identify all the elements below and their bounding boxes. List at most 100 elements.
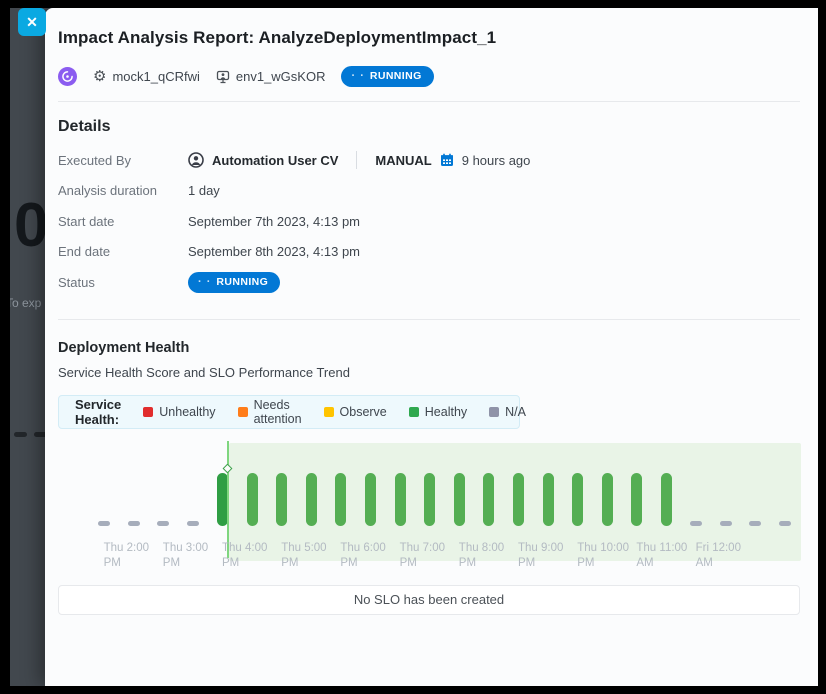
legend-title: Service Health: xyxy=(75,397,121,427)
health-bar xyxy=(306,473,317,526)
detail-label: Executed By xyxy=(58,153,188,168)
axis-tick-label: Thu 10:00PM xyxy=(577,541,629,571)
detail-row-end-date: End date September 8th 2023, 4:13 pm xyxy=(58,237,800,268)
running-dots: · · xyxy=(198,276,211,289)
axis-tick-label: Thu 6:00PM xyxy=(340,541,385,571)
detail-label: Analysis duration xyxy=(58,183,188,198)
health-bar xyxy=(690,521,702,526)
health-bar xyxy=(424,473,435,526)
slo-empty-box: No SLO has been created xyxy=(58,585,800,615)
close-button[interactable]: ✕ xyxy=(18,8,46,36)
axis-tick-label: Thu 3:00PM xyxy=(163,541,208,571)
health-chart: Thu 2:00PMThu 3:00PMThu 4:00PMThu 5:00PM… xyxy=(58,441,800,573)
overlay-backdrop: 0 To exp Impact Analysis Report: Analyze… xyxy=(10,8,818,686)
environment-icon xyxy=(216,70,230,84)
health-bar xyxy=(483,473,494,526)
health-bar xyxy=(157,521,169,526)
detail-label: Status xyxy=(58,275,188,290)
health-bar xyxy=(779,521,791,526)
legend-item: N/A xyxy=(489,405,526,419)
axis-tick-label: Thu 9:00PM xyxy=(518,541,563,571)
monitored-service-item: ⚙ mock1_qCRfwi xyxy=(93,69,200,84)
status-badge: · · RUNNING xyxy=(188,272,280,293)
health-bar xyxy=(513,473,524,526)
background-text-fragment: To exp xyxy=(10,296,41,310)
health-bar xyxy=(720,521,732,526)
gear-icon: ⚙ xyxy=(93,69,106,84)
legend-swatch xyxy=(143,407,153,417)
legend-item: Unhealthy xyxy=(143,405,215,419)
legend-items: Unhealthy Needs attention Observe Healthy N/… xyxy=(143,398,526,426)
health-bar xyxy=(602,473,613,526)
calendar-icon xyxy=(440,153,454,167)
detail-row-start-date: Start date September 7th 2023, 4:13 pm xyxy=(58,206,800,237)
divider xyxy=(58,319,800,320)
health-bar xyxy=(187,521,199,526)
executed-by-user: Automation User CV xyxy=(212,153,338,168)
health-bar xyxy=(98,521,110,526)
divider xyxy=(58,101,800,102)
trigger-type: MANUAL xyxy=(375,153,431,168)
health-bar xyxy=(454,473,465,526)
axis-tick-label: Thu 11:00AM xyxy=(636,541,687,571)
running-dots: · · xyxy=(351,70,364,83)
status-badge: · · RUNNING xyxy=(341,66,433,87)
service-health-legend: Service Health: Unhealthy Needs attention… xyxy=(58,395,520,429)
legend-item: Observe xyxy=(324,405,387,419)
health-bar xyxy=(276,473,287,526)
environment-label: env1_wGsKOR xyxy=(236,69,326,84)
background-bar-stub xyxy=(14,432,27,437)
health-bar xyxy=(128,521,140,526)
health-bar xyxy=(247,473,258,526)
legend-swatch xyxy=(238,407,248,417)
details-rows: Executed By Automation User CV MANUAL 9 … xyxy=(58,145,800,298)
legend-swatch xyxy=(409,407,419,417)
executed-time: 9 hours ago xyxy=(462,153,531,168)
page-title: Impact Analysis Report: AnalyzeDeploymen… xyxy=(58,28,800,48)
deployment-health-heading: Deployment Health xyxy=(58,340,800,356)
detail-label: Start date xyxy=(58,214,188,229)
impact-analysis-drawer: Impact Analysis Report: AnalyzeDeploymen… xyxy=(45,8,818,686)
health-bar xyxy=(631,473,642,526)
divider xyxy=(356,151,357,169)
close-icon: ✕ xyxy=(26,15,38,29)
status-badge-label: RUNNING xyxy=(370,70,422,83)
legend-swatch xyxy=(489,407,499,417)
legend-item: Healthy xyxy=(409,405,467,419)
legend-item: Needs attention xyxy=(238,398,302,426)
detail-row-analysis-duration: Analysis duration 1 day xyxy=(58,176,800,207)
health-bar xyxy=(217,473,228,526)
axis-tick-label: Thu 5:00PM xyxy=(281,541,326,571)
legend-item-label: N/A xyxy=(505,405,526,419)
chart-subtitle: Service Health Score and SLO Performance… xyxy=(58,365,800,380)
analysis-duration-value: 1 day xyxy=(188,183,220,198)
legend-item-label: Needs attention xyxy=(254,398,302,426)
verify-logo-icon xyxy=(58,67,77,86)
start-date-value: September 7th 2023, 4:13 pm xyxy=(188,214,360,229)
environment-item: env1_wGsKOR xyxy=(216,69,326,84)
health-bar xyxy=(661,473,672,526)
detail-row-executed-by: Executed By Automation User CV MANUAL 9 … xyxy=(58,145,800,176)
axis-tick-label: Fri 12:00AM xyxy=(696,541,741,571)
background-metric-fragment: 0 xyxy=(14,190,45,261)
monitored-service-label: mock1_qCRfwi xyxy=(112,69,199,84)
end-date-value: September 8th 2023, 4:13 pm xyxy=(188,244,360,259)
health-bar xyxy=(365,473,376,526)
health-bar xyxy=(749,521,761,526)
health-bar xyxy=(543,473,554,526)
detail-label: End date xyxy=(58,244,188,259)
legend-item-label: Healthy xyxy=(425,405,467,419)
health-bar xyxy=(572,473,583,526)
report-meta-row: ⚙ mock1_qCRfwi env1_wGsKOR · · RUNNING xyxy=(58,66,800,87)
axis-tick-label: Thu 7:00PM xyxy=(400,541,445,571)
legend-swatch xyxy=(324,407,334,417)
background-page-fragment: 0 To exp xyxy=(10,8,45,686)
avatar-icon xyxy=(188,152,204,168)
health-bar xyxy=(335,473,346,526)
axis-tick-label: Thu 2:00PM xyxy=(104,541,149,571)
details-heading: Details xyxy=(58,118,800,136)
slo-empty-message: No SLO has been created xyxy=(354,592,504,607)
legend-item-label: Observe xyxy=(340,405,387,419)
background-bar-stub xyxy=(34,432,45,437)
detail-row-status: Status · · RUNNING xyxy=(58,267,800,298)
